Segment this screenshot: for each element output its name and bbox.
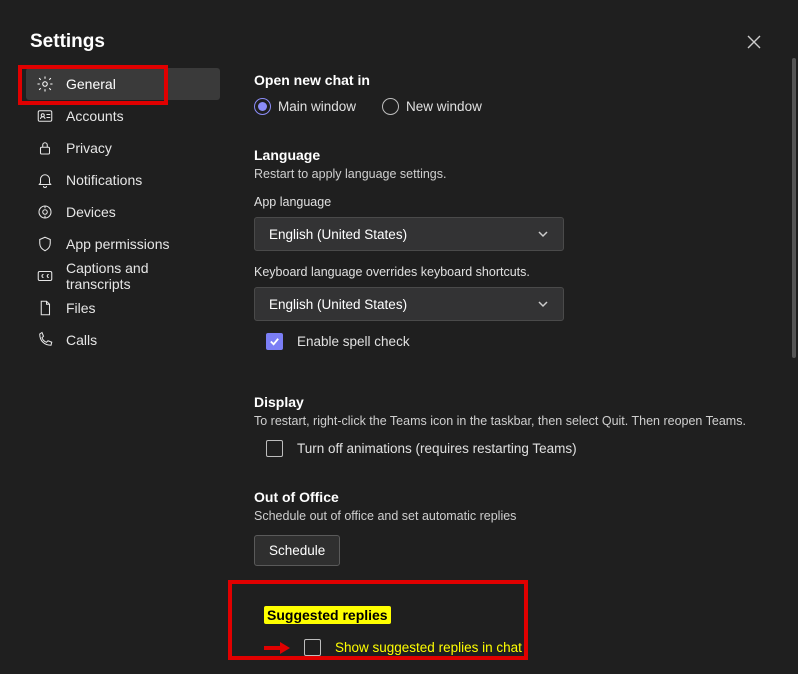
radio-new-window[interactable]: New window xyxy=(382,98,482,115)
chevron-down-icon xyxy=(537,298,549,310)
sidebar-item-devices[interactable]: Devices xyxy=(26,196,220,228)
close-icon xyxy=(747,35,761,49)
checkmark-icon xyxy=(269,336,280,347)
arrow-right-icon xyxy=(264,640,290,656)
schedule-button[interactable]: Schedule xyxy=(254,535,340,566)
spell-check-checkbox[interactable] xyxy=(266,333,283,350)
spell-check-label: Enable spell check xyxy=(297,334,410,349)
page-title: Settings xyxy=(30,31,105,53)
chevron-down-icon xyxy=(537,228,549,240)
radio-circle-icon xyxy=(382,98,399,115)
sidebar-item-accounts[interactable]: Accounts xyxy=(26,100,220,132)
cc-icon xyxy=(36,267,54,285)
sidebar-item-label: Calls xyxy=(66,332,97,348)
app-language-label: App language xyxy=(254,195,778,209)
sidebar-item-label: App permissions xyxy=(66,236,170,252)
gear-icon xyxy=(36,75,54,93)
sidebar-item-captions[interactable]: Captions and transcripts xyxy=(26,260,220,292)
devices-icon xyxy=(36,203,54,221)
sidebar-item-notifications[interactable]: Notifications xyxy=(26,164,220,196)
section-title-suggested: Suggested replies xyxy=(264,606,391,624)
keyboard-language-select[interactable]: English (United States) xyxy=(254,287,564,321)
sidebar-item-label: Privacy xyxy=(66,140,112,156)
keyboard-override-label: Keyboard language overrides keyboard sho… xyxy=(254,265,778,279)
file-icon xyxy=(36,299,54,317)
language-subtext: Restart to apply language settings. xyxy=(254,167,778,181)
sidebar-item-label: Accounts xyxy=(66,108,124,124)
sidebar-item-app-permissions[interactable]: App permissions xyxy=(26,228,220,260)
section-title-ooo: Out of Office xyxy=(254,489,778,505)
scrollbar[interactable] xyxy=(792,58,796,358)
sidebar-item-label: Captions and transcripts xyxy=(66,260,210,292)
display-subtext: To restart, right-click the Teams icon i… xyxy=(254,414,778,428)
radio-main-window[interactable]: Main window xyxy=(254,98,356,115)
phone-icon xyxy=(36,331,54,349)
lock-icon xyxy=(36,139,54,157)
turn-off-animations-label: Turn off animations (requires restarting… xyxy=(297,441,577,456)
idcard-icon xyxy=(36,107,54,125)
bell-icon xyxy=(36,171,54,189)
select-value: English (United States) xyxy=(269,297,407,312)
ooo-subtext: Schedule out of office and set automatic… xyxy=(254,509,778,523)
sidebar-item-label: Notifications xyxy=(66,172,142,188)
shield-icon xyxy=(36,235,54,253)
select-value: English (United States) xyxy=(269,227,407,242)
suggested-replies-label: Show suggested replies in chat xyxy=(335,640,522,655)
sidebar-item-calls[interactable]: Calls xyxy=(26,324,220,356)
sidebar-item-files[interactable]: Files xyxy=(26,292,220,324)
section-title-language: Language xyxy=(254,147,778,163)
sidebar-item-label: General xyxy=(66,76,116,92)
radio-label: Main window xyxy=(278,99,356,114)
sidebar-item-privacy[interactable]: Privacy xyxy=(26,132,220,164)
close-button[interactable] xyxy=(740,28,768,56)
settings-sidebar: General Accounts Privacy Notifications D… xyxy=(26,68,220,674)
sidebar-item-label: Devices xyxy=(66,204,116,220)
section-title-display: Display xyxy=(254,394,778,410)
sidebar-item-general[interactable]: General xyxy=(26,68,220,100)
app-language-select[interactable]: English (United States) xyxy=(254,217,564,251)
radio-circle-icon xyxy=(254,98,271,115)
suggested-replies-checkbox[interactable] xyxy=(304,639,321,656)
settings-content: Open new chat in Main window New window … xyxy=(220,68,798,674)
sidebar-item-label: Files xyxy=(66,300,96,316)
turn-off-animations-checkbox[interactable] xyxy=(266,440,283,457)
radio-label: New window xyxy=(406,99,482,114)
section-title-open-chat: Open new chat in xyxy=(254,72,778,88)
